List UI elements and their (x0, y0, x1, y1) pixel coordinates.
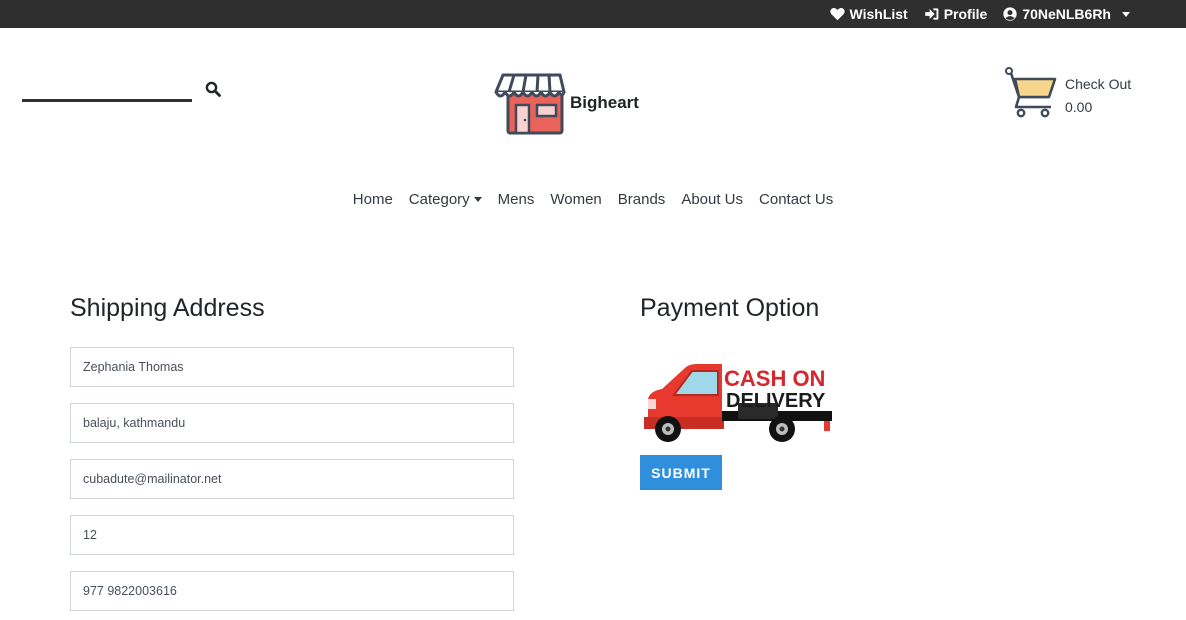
brand-logo[interactable]: Bigheart (494, 70, 639, 136)
user-dropdown[interactable]: 70NeNLB6Rh (1003, 6, 1130, 22)
chevron-down-icon (1122, 12, 1130, 17)
profile-link[interactable]: Profile (924, 6, 988, 22)
chevron-down-icon (473, 197, 482, 202)
sign-in-icon (924, 8, 939, 20)
checkout-link[interactable]: Check Out (1065, 76, 1131, 92)
cart-total: 0.00 (1065, 99, 1093, 115)
wishlist-link[interactable]: WishList (829, 6, 908, 22)
main-nav: Home Category Mens Women Brands About Us… (0, 191, 1186, 208)
shipping-address-title: Shipping Address (70, 294, 265, 322)
submit-button[interactable]: SUBMIT (640, 455, 722, 490)
profile-label: Profile (943, 6, 988, 22)
quantity-field[interactable] (70, 515, 514, 555)
search-icon (205, 81, 221, 97)
email-field[interactable] (70, 459, 514, 499)
nav-home[interactable]: Home (353, 191, 393, 208)
user-circle-icon (1003, 7, 1017, 21)
cod-line2: DELIVERY (726, 390, 826, 412)
top-bar: WishList Profile 70NeNLB6Rh (0, 0, 1186, 28)
search-input[interactable] (22, 74, 192, 102)
nav-label: Home (352, 191, 393, 208)
nav-label: Brands (617, 191, 666, 208)
heart-icon (829, 8, 845, 21)
nav-category[interactable]: Category (409, 191, 482, 208)
shop-logo-icon (494, 73, 566, 135)
cod-truck-icon: CASH ON DELIVERY (644, 364, 832, 442)
phone-field[interactable] (70, 571, 514, 611)
search-button[interactable] (205, 81, 223, 99)
brand-name: Bigheart (570, 93, 639, 112)
cod-line1: CASH ON (724, 366, 825, 391)
nav-about-us[interactable]: About Us (681, 191, 743, 208)
user-label: 70NeNLB6Rh (1022, 6, 1111, 22)
nav-women[interactable]: Women (550, 191, 601, 208)
nav-label: Women (550, 191, 602, 208)
cart-icon (1005, 67, 1057, 118)
cash-on-delivery-option[interactable]: CASH ON DELIVERY (640, 359, 836, 450)
nav-label: Category (408, 191, 470, 208)
nav-label: About Us (681, 191, 744, 208)
top-links: WishList Profile 70NeNLB6Rh (829, 0, 1130, 28)
cart-button[interactable] (1005, 67, 1059, 124)
address-field[interactable] (70, 403, 514, 443)
full-name-field[interactable] (70, 347, 514, 387)
nav-contact-us[interactable]: Contact Us (759, 191, 833, 208)
payment-option-title: Payment Option (640, 294, 820, 322)
nav-label: Contact Us (759, 191, 834, 208)
nav-label: Mens (497, 191, 535, 208)
nav-brands[interactable]: Brands (618, 191, 666, 208)
wishlist-label: WishList (849, 6, 908, 22)
nav-mens[interactable]: Mens (498, 191, 535, 208)
